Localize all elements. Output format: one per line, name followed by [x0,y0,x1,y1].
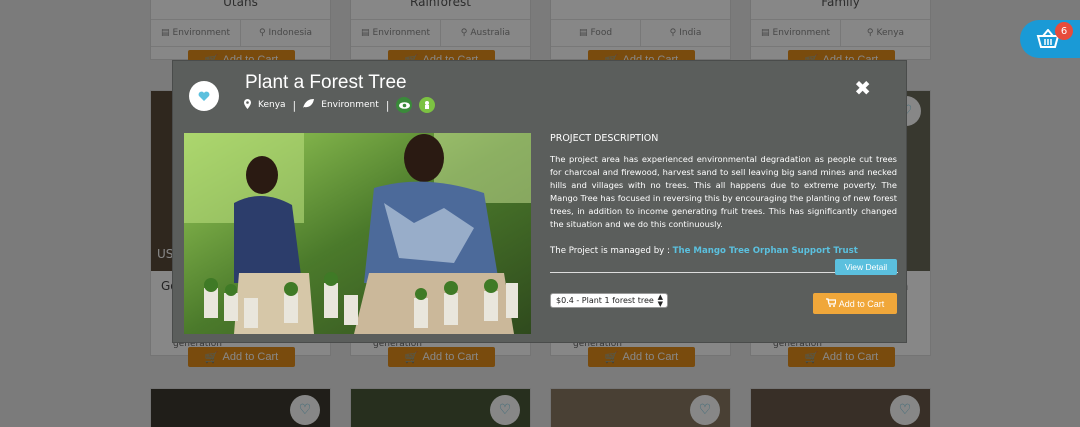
donation-option-select[interactable]: $0.4 - Plant 1 forest tree ▲ ▼ [550,293,668,308]
location-pin-icon [244,98,251,112]
managed-by: The Project is managed by : The Mango Tr… [550,246,858,256]
project-photo [184,133,531,334]
close-icon[interactable]: ✖ [854,76,871,100]
location-label: Kenya [258,100,286,110]
view-detail-button[interactable]: View Detail [835,259,897,275]
project-meta: Kenya | Environment | [244,97,436,113]
project-detail-modal: Plant a Forest Tree Kenya | Environment … [172,60,907,343]
cart-count-badge: 6 [1055,22,1073,40]
category-label: Environment [321,100,379,110]
description-heading: PROJECT DESCRIPTION [550,133,659,144]
select-arrows-icon: ▲ ▼ [657,293,663,308]
cart-icon [825,298,837,309]
leaf-icon [303,99,315,111]
eye-icon[interactable] [396,97,413,113]
add-to-cart-button[interactable]: Add to Cart [813,293,897,314]
modal-title: Plant a Forest Tree [245,72,407,93]
project-description: The project area has experienced environ… [550,154,897,230]
sdg-goal-icon[interactable] [419,97,436,113]
favorite-heart-icon[interactable] [189,81,219,111]
managed-by-link[interactable]: The Mango Tree Orphan Support Trust [673,246,858,256]
